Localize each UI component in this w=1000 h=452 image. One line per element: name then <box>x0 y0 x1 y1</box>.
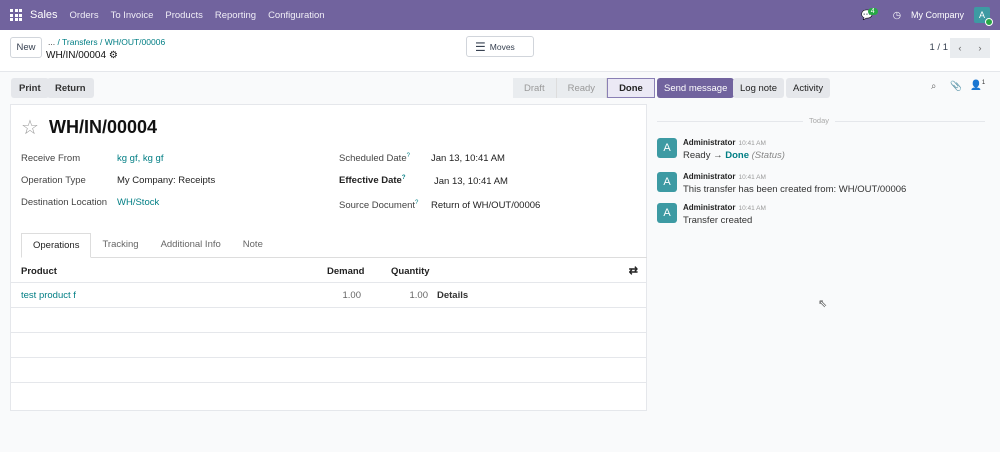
messages-badge: 4 <box>867 7 878 15</box>
product-cell[interactable]: test product f <box>21 290 76 301</box>
operation-type-label: Operation Type <box>21 175 86 186</box>
tab-tracking[interactable]: Tracking <box>91 233 149 257</box>
mouse-cursor-icon: ⇖ <box>818 298 828 310</box>
message-time: 10:41 AM <box>738 205 766 212</box>
next-record-button[interactable]: › <box>970 38 990 58</box>
previous-record-button[interactable]: ‹ <box>950 38 970 58</box>
activity-button[interactable]: Activity <box>786 78 831 98</box>
company-switcher[interactable]: My Company <box>911 10 964 20</box>
tab-operations[interactable]: Operations <box>21 233 92 258</box>
status-ready[interactable]: Ready <box>556 78 608 98</box>
messaging-button[interactable]: 💬4 <box>861 7 883 21</box>
message-body: Transfer created <box>683 215 753 226</box>
breadcrumb: ... / Transfers / WH/OUT/00006 <box>48 37 166 47</box>
author-avatar[interactable]: A <box>657 172 677 192</box>
menu-orders[interactable]: Orders <box>70 10 99 21</box>
message-body: This transfer has been created from: WH/… <box>683 184 907 195</box>
search-icon[interactable]: ⌕ <box>931 81 936 92</box>
send-message-button[interactable]: Send message <box>657 78 735 98</box>
today-label: Today <box>803 116 836 125</box>
column-demand[interactable]: Demand <box>327 266 364 277</box>
scheduled-date-label: Scheduled Date? <box>339 153 410 165</box>
activity-clock-icon[interactable]: ◷ <box>893 10 901 21</box>
empty-row <box>11 333 646 358</box>
tab-note[interactable]: Note <box>232 233 274 257</box>
destination-label: Destination Location <box>21 197 108 208</box>
scheduled-date-field[interactable]: Jan 13, 10:41 AM <box>431 153 505 164</box>
gear-icon[interactable]: ⚙ <box>109 50 118 61</box>
moves-label: Moves <box>489 41 515 52</box>
tracking-change: Ready → Done (Status) <box>683 150 785 161</box>
attachment-icon[interactable]: 📎 <box>950 81 962 92</box>
status-bar: Draft Ready Done <box>513 78 655 98</box>
pager-value[interactable]: 1 / 1 <box>930 42 949 53</box>
return-button[interactable]: Return <box>47 78 94 98</box>
record-name: WH/IN/00004 <box>46 50 107 61</box>
author-avatar[interactable]: A <box>657 203 677 223</box>
breadcrumb-transfers[interactable]: Transfers <box>62 37 98 47</box>
chatter-message: A Administrator 10:41 AM Transfer created <box>657 203 766 226</box>
empty-row <box>11 358 646 383</box>
receive-from-label: Receive From <box>21 153 81 164</box>
breadcrumb-ellipsis[interactable]: ... <box>48 37 55 47</box>
table-header: Product Demand Quantity ⇄ <box>11 258 646 283</box>
form-title: WH/IN/00004 <box>49 117 158 137</box>
app-name[interactable]: Sales <box>30 9 58 21</box>
source-document-field[interactable]: Return of WH/OUT/00006 <box>431 200 540 211</box>
author-name[interactable]: Administrator <box>683 203 735 212</box>
today-divider: Today <box>657 116 985 125</box>
arrow-right-icon: → <box>713 150 723 161</box>
receive-from-field[interactable]: kg gf, kg gf <box>117 153 163 164</box>
optional-columns-icon[interactable]: ⇄ <box>629 264 638 277</box>
user-avatar[interactable]: A <box>974 7 993 26</box>
effective-date-field[interactable]: Jan 13, 10:41 AM <box>434 176 508 187</box>
log-note-button[interactable]: Log note <box>733 78 784 98</box>
menu-configuration[interactable]: Configuration <box>268 10 325 21</box>
form-sheet: ☆ WH/IN/00004 Receive From kg gf, kg gf … <box>10 104 647 411</box>
favorite-star-icon[interactable]: ☆ <box>21 115 39 140</box>
status-draft[interactable]: Draft <box>513 78 557 98</box>
quantity-cell: 1.00 <box>409 290 429 301</box>
author-name[interactable]: Administrator <box>683 172 735 181</box>
notebook-tabs: Operations Tracking Additional Info Note <box>21 233 647 258</box>
message-time: 10:41 AM <box>738 174 766 181</box>
menu-products[interactable]: Products <box>165 10 203 21</box>
column-quantity[interactable]: Quantity <box>391 266 430 277</box>
apps-menu-icon[interactable] <box>10 9 22 21</box>
chatter-message: A Administrator 10:41 AM Ready → Done (St… <box>657 138 785 161</box>
empty-row <box>11 308 646 333</box>
author-avatar[interactable]: A <box>657 138 677 158</box>
author-name[interactable]: Administrator <box>683 138 735 147</box>
breadcrumb-wh-out[interactable]: WH/OUT/00006 <box>105 37 165 47</box>
moves-smart-button[interactable]: ☰ Moves <box>466 36 534 57</box>
message-time: 10:41 AM <box>738 140 766 147</box>
table-row[interactable]: test product f 1.00 1.00 Details <box>11 283 646 308</box>
menu-reporting[interactable]: Reporting <box>215 10 256 21</box>
user-icon: 👤 <box>970 80 982 92</box>
menu-to-invoice[interactable]: To Invoice <box>111 10 154 21</box>
control-panel: New ... / Transfers / WH/OUT/00006 WH/IN… <box>0 30 1000 72</box>
demand-cell: 1.00 <box>342 290 362 301</box>
effective-date-label: Effective Date? <box>339 175 406 187</box>
destination-field[interactable]: WH/Stock <box>117 197 159 208</box>
operation-type-field[interactable]: My Company: Receipts <box>117 175 215 186</box>
tab-additional-info[interactable]: Additional Info <box>150 233 232 257</box>
new-button[interactable]: New <box>10 37 42 58</box>
details-button[interactable]: Details <box>437 290 468 301</box>
top-navbar: Sales Orders To Invoice Products Reporti… <box>0 0 1000 30</box>
source-document-label: Source Document? <box>339 200 419 212</box>
print-button[interactable]: Print <box>11 78 49 98</box>
list-icon: ☰ <box>475 39 486 54</box>
chatter-message: A Administrator 10:41 AM This transfer ha… <box>657 172 906 195</box>
column-product[interactable]: Product <box>21 266 57 277</box>
status-done[interactable]: Done <box>607 78 655 98</box>
followers-button[interactable]: 👤1 <box>970 80 985 91</box>
